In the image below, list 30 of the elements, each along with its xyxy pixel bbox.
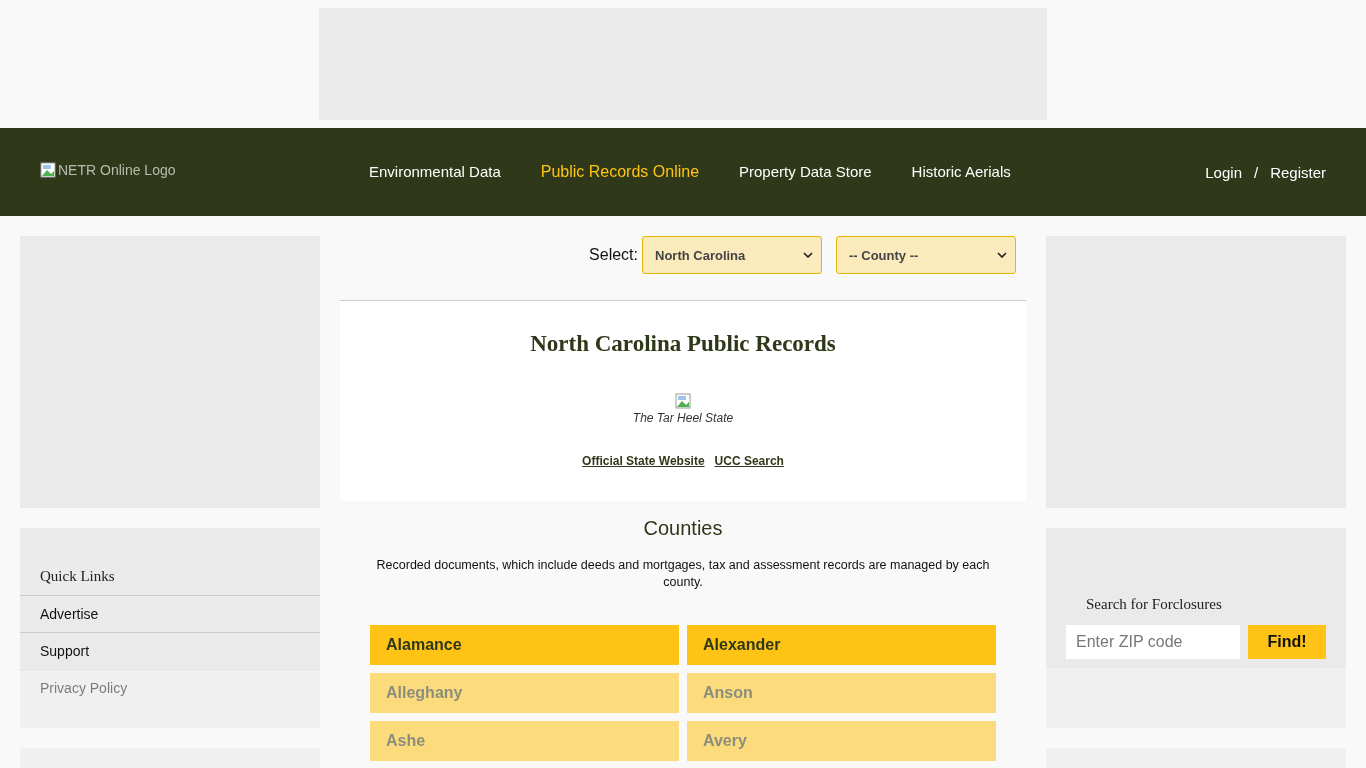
select-label: Select:: [589, 246, 638, 264]
county-dropdown[interactable]: -- County --: [836, 236, 1016, 274]
state-dropdown[interactable]: North Carolina: [642, 236, 822, 274]
nav-link[interactable]: Property Data Store: [739, 163, 872, 181]
broken-image-icon: [40, 161, 56, 178]
login-link[interactable]: Login: [1205, 163, 1242, 181]
logo-alt-text[interactable]: NETR Online Logo: [58, 161, 176, 178]
county-link[interactable]: Alamance: [370, 625, 679, 665]
state-link[interactable]: Official State Website: [582, 454, 705, 468]
register-link[interactable]: Register: [1270, 163, 1326, 181]
broken-image-icon: [675, 393, 691, 409]
state-link[interactable]: UCC Search: [714, 454, 784, 468]
intro-text: Recorded documents, which include deeds and mortgages, tax and assessment records are managed by each county.: [375, 557, 991, 591]
section-heading: Counties: [642, 517, 724, 540]
caret-icon: [803, 252, 813, 258]
find-button[interactable]: Find!: [1248, 625, 1326, 659]
nav-link[interactable]: Historic Aerials: [911, 163, 1011, 181]
page-title: North Carolina Public Records: [529, 331, 837, 357]
caret-icon: [997, 252, 1007, 258]
quick-link[interactable]: Support: [20, 632, 320, 669]
nav-link[interactable]: Environmental Data: [369, 163, 501, 181]
panel-title: Search for Forclosures: [1085, 596, 1223, 614]
quick-link[interactable]: Privacy Policy: [20, 669, 320, 706]
image-caption: The Tar Heel State: [631, 411, 735, 425]
county-link[interactable]: Alexander: [687, 625, 996, 665]
panel-title: Quick Links: [39, 568, 116, 586]
separator: /: [1253, 163, 1259, 181]
nav-link[interactable]: Public Records Online: [540, 163, 700, 181]
zip-input[interactable]: Enter ZIP code: [1066, 625, 1240, 659]
quick-link[interactable]: Advertise: [20, 595, 320, 632]
